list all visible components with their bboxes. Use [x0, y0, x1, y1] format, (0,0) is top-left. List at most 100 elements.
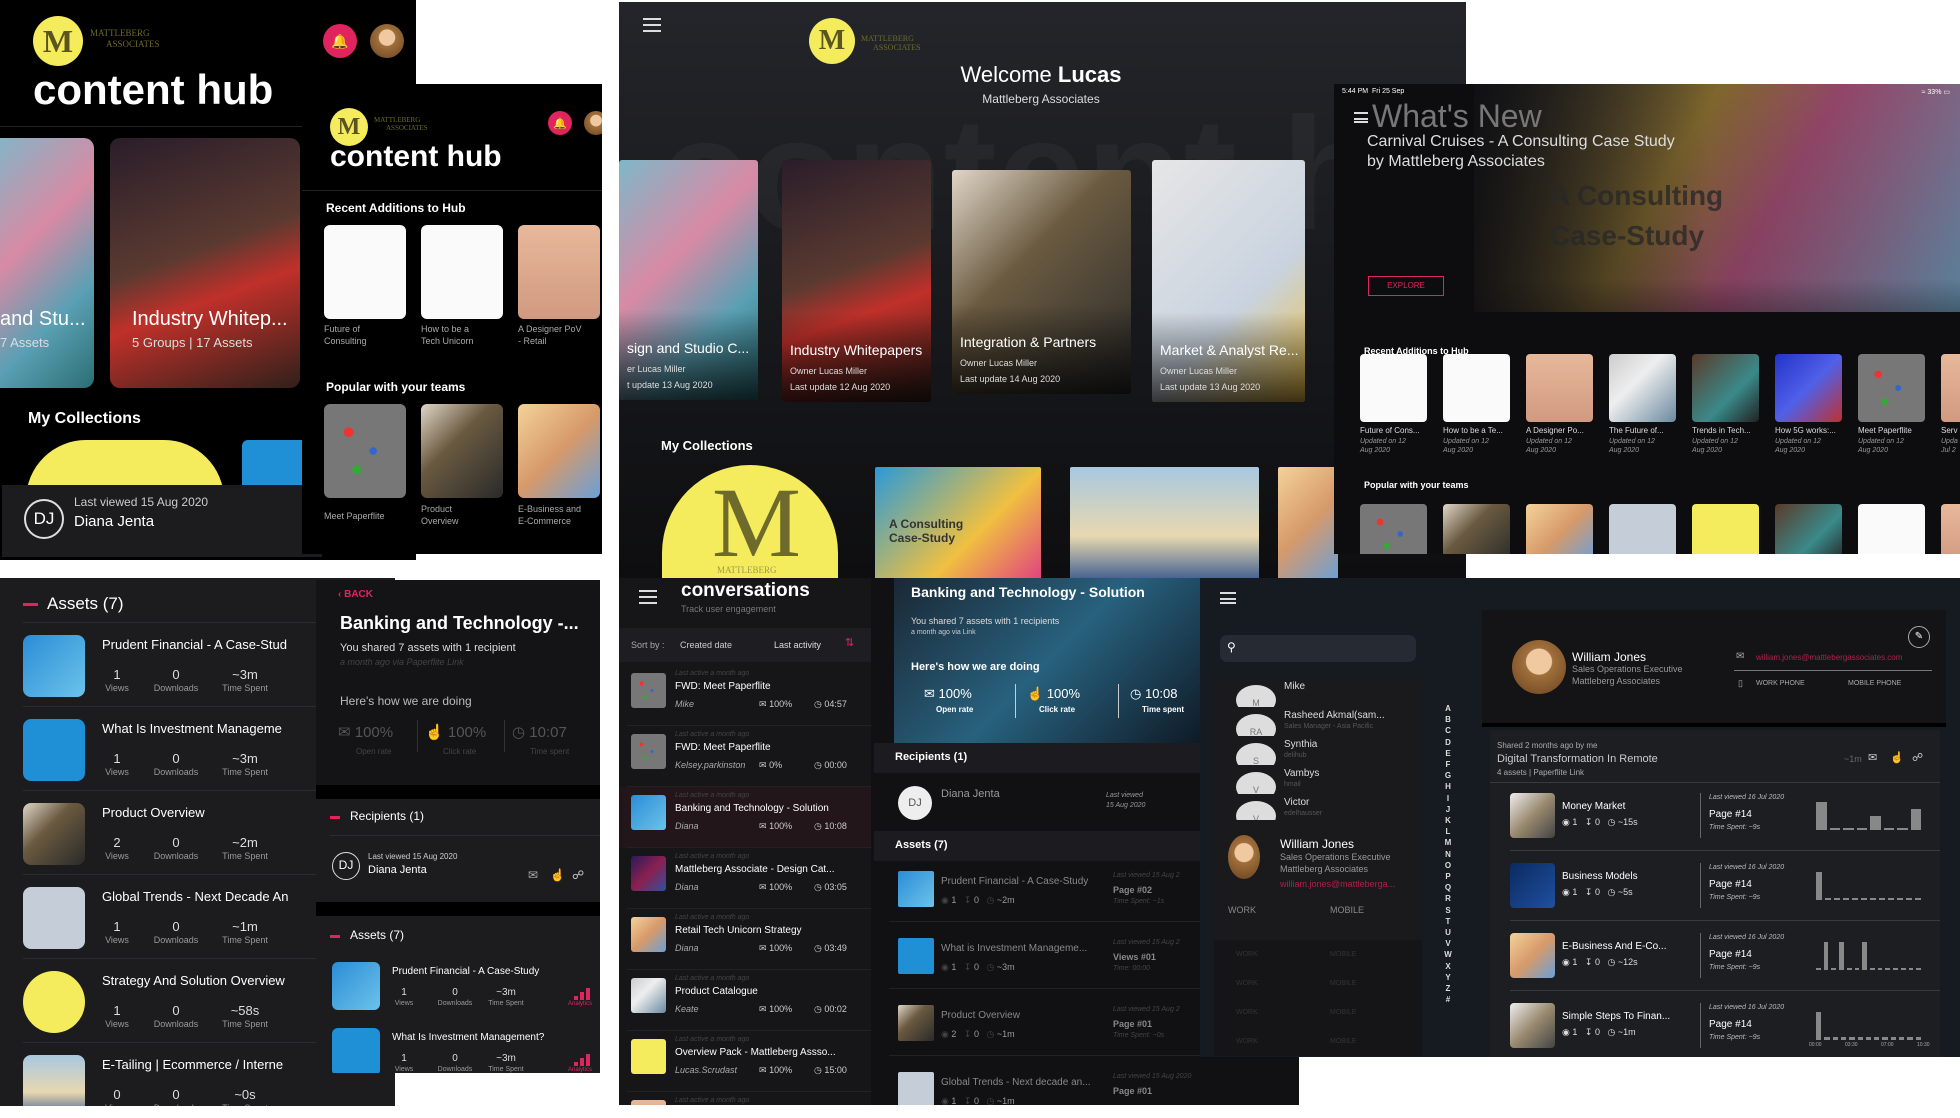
- alphabet-index-letter[interactable]: Q: [1443, 883, 1453, 892]
- click-icon[interactable]: ☝: [1890, 751, 1904, 764]
- alphabet-index-letter[interactable]: P: [1443, 872, 1453, 881]
- work-phone[interactable]: WORK: [1228, 905, 1256, 915]
- work-phone[interactable]: WORK PHONE: [1756, 680, 1805, 687]
- user-avatar[interactable]: [370, 24, 404, 58]
- user-avatar[interactable]: [584, 111, 602, 135]
- selected-contact-card[interactable]: William Jones Sales Operations Executive…: [1214, 820, 1422, 940]
- popular-asset-thumbnail[interactable]: [1609, 504, 1676, 554]
- alphabet-index-letter[interactable]: Z: [1443, 984, 1453, 993]
- alphabet-index-letter[interactable]: M: [1443, 838, 1453, 847]
- recent-asset-thumbnail[interactable]: [1443, 354, 1510, 422]
- conversation-row[interactable]: Last active a month ago FWD: Meet Paperfl…: [619, 665, 871, 726]
- sort-direction-icon[interactable]: ⇅: [845, 636, 854, 649]
- recent-asset-thumbnail[interactable]: [1692, 354, 1759, 422]
- conversation-row[interactable]: Last active a month ago Product Catalogue…: [619, 970, 871, 1031]
- asset-thumbnail[interactable]: [1510, 863, 1555, 908]
- asset-thumbnail[interactable]: [332, 1028, 380, 1073]
- open-icon[interactable]: ✉: [528, 868, 538, 882]
- alphabet-index-letter[interactable]: C: [1443, 726, 1453, 735]
- mobile-phone[interactable]: MOBILE: [1330, 905, 1364, 915]
- share-icon[interactable]: ☍: [572, 868, 584, 882]
- collection-card[interactable]: and Stu... 7 Assets: [0, 138, 94, 388]
- alphabet-index-letter[interactable]: #: [1443, 995, 1453, 1004]
- contact-email[interactable]: william.jones@mattleberga...: [1280, 879, 1395, 889]
- contact-row[interactable]: V Victor edelhausser: [1214, 794, 1422, 823]
- contact-row[interactable]: WORK MOBILE: [1214, 1027, 1422, 1056]
- menu-button[interactable]: [639, 590, 657, 604]
- alphabet-index-letter[interactable]: I: [1443, 794, 1453, 803]
- contact-row[interactable]: RA Rasheed Akmal(sam... Sales Manager - As…: [1214, 707, 1422, 736]
- alphabet-index-letter[interactable]: E: [1443, 749, 1453, 758]
- popular-asset-thumbnail[interactable]: [1775, 504, 1842, 554]
- conversation-row[interactable]: Last active a month ago: [619, 1092, 871, 1105]
- asset-thumbnail[interactable]: [898, 1005, 934, 1041]
- analytics-button[interactable]: Analytics: [566, 984, 600, 1010]
- contact-row[interactable]: M Mike: [1214, 678, 1422, 707]
- contact-row[interactable]: V Vambys hmail: [1214, 765, 1422, 794]
- alphabet-index-letter[interactable]: S: [1443, 906, 1453, 915]
- asset-thumbnail[interactable]: [332, 962, 380, 1010]
- notification-bell-button[interactable]: 🔔: [323, 24, 357, 58]
- alphabet-index-letter[interactable]: B: [1443, 715, 1453, 724]
- back-button[interactable]: ‹ BACK: [338, 589, 373, 600]
- recent-asset-thumbnail[interactable]: [518, 225, 600, 319]
- click-icon[interactable]: ☝: [550, 868, 565, 882]
- recent-asset-thumbnail[interactable]: [1858, 354, 1925, 422]
- asset-thumbnail[interactable]: [1510, 793, 1555, 838]
- recent-asset-thumbnail[interactable]: [1526, 354, 1593, 422]
- collapse-icon[interactable]: [330, 935, 340, 938]
- recipient-card[interactable]: DJ Last viewed 15 Aug 2020 Diana Jenta: [2, 485, 322, 557]
- menu-button[interactable]: [1220, 592, 1236, 604]
- contact-row[interactable]: WORK MOBILE: [1214, 940, 1422, 969]
- popular-asset-thumbnail[interactable]: [1526, 504, 1593, 554]
- explore-button[interactable]: EXPLORE: [1368, 276, 1444, 296]
- conversation-row[interactable]: Last active a month ago Banking and Techn…: [619, 787, 871, 848]
- alphabet-index-letter[interactable]: F: [1443, 760, 1453, 769]
- recent-asset-thumbnail[interactable]: [1775, 354, 1842, 422]
- popular-asset-thumbnail[interactable]: [324, 404, 406, 498]
- popular-asset-thumbnail[interactable]: [1858, 504, 1925, 554]
- alphabet-index-letter[interactable]: L: [1443, 827, 1453, 836]
- alphabet-index-letter[interactable]: X: [1443, 962, 1453, 971]
- asset-thumbnail[interactable]: [1510, 1003, 1555, 1048]
- collection-card[interactable]: Market & Analyst Re... Owner Lucas Miller…: [1152, 160, 1305, 402]
- recent-asset-thumbnail[interactable]: [1609, 354, 1676, 422]
- asset-thumbnail[interactable]: [898, 871, 934, 907]
- recent-asset-thumbnail[interactable]: [421, 225, 503, 319]
- sort-last-activity[interactable]: Last activity: [774, 640, 821, 650]
- recent-asset-thumbnail[interactable]: [1360, 354, 1427, 422]
- collection-card[interactable]: Industry Whitepapers Owner Lucas Miller La…: [782, 160, 931, 402]
- alphabet-index-letter[interactable]: K: [1443, 816, 1453, 825]
- conversation-row[interactable]: Last active a month ago FWD: Meet Paperfl…: [619, 726, 871, 787]
- popular-asset-thumbnail[interactable]: [1443, 504, 1510, 554]
- popular-asset-thumbnail[interactable]: [1941, 504, 1960, 554]
- alphabet-index-letter[interactable]: G: [1443, 771, 1453, 780]
- asset-thumbnail[interactable]: [898, 1072, 934, 1105]
- conversation-row[interactable]: Last active a month ago Overview Pack - M…: [619, 1031, 871, 1092]
- search-input[interactable]: ⚲: [1220, 635, 1416, 662]
- sort-created-date[interactable]: Created date: [680, 640, 732, 650]
- alphabet-index-letter[interactable]: O: [1443, 861, 1453, 870]
- alphabet-index-letter[interactable]: U: [1443, 928, 1453, 937]
- contact-row[interactable]: WORK MOBILE: [1214, 998, 1422, 1027]
- conversation-row[interactable]: Last active a month ago Mattleberg Associ…: [619, 848, 871, 909]
- alphabet-index-letter[interactable]: H: [1443, 782, 1453, 791]
- analytics-button[interactable]: Analytics: [566, 1050, 600, 1073]
- mobile-phone[interactable]: MOBILE PHONE: [1848, 680, 1901, 687]
- profile-email[interactable]: william.jones@mattlebergassociates.com: [1756, 653, 1902, 662]
- asset-thumbnail[interactable]: [1510, 933, 1555, 978]
- alphabet-index-letter[interactable]: Y: [1443, 973, 1453, 982]
- notification-bell-button[interactable]: 🔔: [548, 111, 572, 135]
- edit-button[interactable]: ✎: [1908, 626, 1930, 648]
- contact-row[interactable]: S Synthia delihub: [1214, 736, 1422, 765]
- popular-asset-thumbnail[interactable]: [421, 404, 503, 498]
- alphabet-index-letter[interactable]: W: [1443, 950, 1453, 959]
- conversation-row[interactable]: Last active a month ago Retail Tech Unico…: [619, 909, 871, 970]
- collection-card[interactable]: sign and Studio C... er Lucas Miller t upd…: [619, 160, 758, 400]
- collection-card[interactable]: Industry Whitep... 5 Groups | 17 Assets: [110, 138, 300, 388]
- popular-asset-thumbnail[interactable]: [518, 404, 600, 498]
- menu-button[interactable]: [643, 18, 661, 32]
- collection-tile[interactable]: A Consulting Case-Study: [875, 467, 1041, 578]
- collection-card[interactable]: Integration & Partners Owner Lucas Miller…: [952, 170, 1131, 394]
- collection-tile[interactable]: M MATTLEBERG: [662, 465, 838, 578]
